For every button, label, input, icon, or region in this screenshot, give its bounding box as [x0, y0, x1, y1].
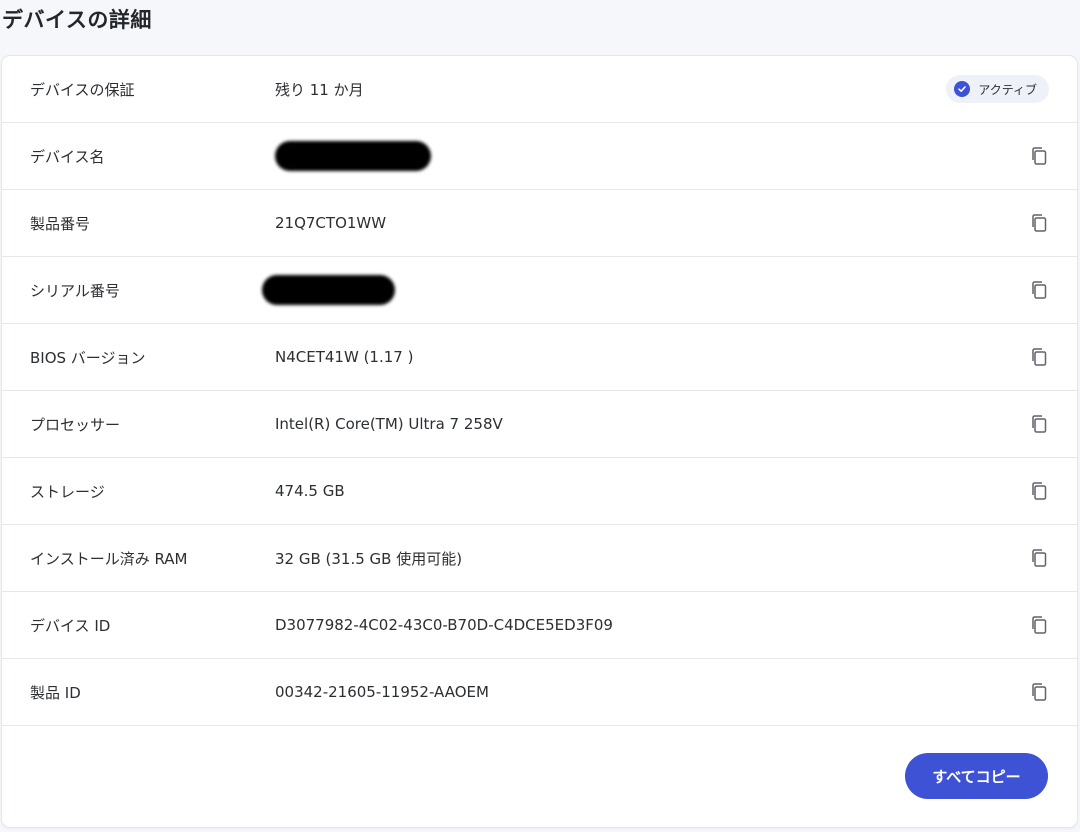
row-label: 製品 ID — [30, 683, 81, 702]
row-label: インストール済み RAM — [30, 549, 188, 568]
row-value: 00342-21605-11952-AAOEM — [275, 683, 489, 701]
row-serial-number: シリアル番号 — [2, 257, 1077, 324]
row-installed-ram: インストール済み RAM 32 GB (31.5 GB 使用可能) — [2, 525, 1077, 592]
row-value: Intel(R) Core(TM) Ultra 7 258V — [275, 415, 503, 433]
row-value: 32 GB (31.5 GB 使用可能) — [275, 549, 463, 568]
row-value: 残り 11 か月 — [275, 80, 364, 99]
copy-icon — [1032, 147, 1047, 165]
row-label: プロセッサー — [30, 415, 121, 434]
row-product-id: 製品 ID 00342-21605-11952-AAOEM — [2, 659, 1077, 726]
row-label: デバイス ID — [30, 616, 111, 635]
copy-icon — [1032, 482, 1047, 500]
row-product-number: 製品番号 21Q7CTO1WW — [2, 190, 1077, 257]
row-storage: ストレージ 474.5 GB — [2, 458, 1077, 525]
copy-button[interactable] — [1028, 480, 1050, 502]
row-label: デバイスの保証 — [30, 80, 135, 99]
row-value: 474.5 GB — [275, 482, 345, 500]
row-label: BIOS バージョン — [30, 348, 146, 367]
copy-button[interactable] — [1028, 614, 1050, 636]
copy-button[interactable] — [1028, 212, 1050, 234]
row-value: 21Q7CTO1WW — [275, 214, 387, 232]
row-processor: プロセッサー Intel(R) Core(TM) Ultra 7 258V — [2, 391, 1077, 458]
copy-icon — [1032, 415, 1047, 433]
check-circle-icon — [954, 81, 971, 97]
row-value: N4CET41W (1.17 ) — [275, 348, 414, 366]
redacted-value — [275, 141, 431, 171]
redacted-value — [262, 275, 395, 305]
copy-icon — [1032, 214, 1047, 232]
copy-button[interactable] — [1028, 681, 1050, 703]
copy-button[interactable] — [1028, 413, 1050, 435]
row-label: ストレージ — [30, 482, 105, 501]
row-label: デバイス名 — [30, 147, 105, 166]
copy-button[interactable] — [1028, 547, 1050, 569]
row-label: シリアル番号 — [30, 281, 120, 300]
copy-icon — [1032, 683, 1047, 701]
row-device-id: デバイス ID D3077982-4C02-43C0-B70D-C4DCE5ED… — [2, 592, 1077, 659]
page-title: デバイスの詳細 — [2, 8, 152, 32]
row-label: 製品番号 — [30, 214, 91, 233]
row-warranty: デバイスの保証 残り 11 か月 アクティブ — [2, 56, 1077, 123]
copy-icon — [1032, 616, 1047, 634]
copy-button[interactable] — [1028, 145, 1050, 167]
row-bios-version: BIOS バージョン N4CET41W (1.17 ) — [2, 324, 1077, 391]
status-badge-label: アクティブ — [978, 82, 1037, 97]
copy-icon — [1032, 348, 1047, 366]
copy-all-button[interactable]: すべてコピー — [905, 753, 1048, 799]
row-value: D3077982-4C02-43C0-B70D-C4DCE5ED3F09 — [275, 616, 613, 634]
copy-button[interactable] — [1028, 346, 1050, 368]
copy-icon — [1032, 549, 1047, 567]
device-details-card: デバイスの保証 残り 11 か月 アクティブ デバイス名 製品番号 21Q7CT… — [2, 56, 1077, 827]
status-badge: アクティブ — [946, 75, 1049, 103]
copy-icon — [1032, 281, 1047, 299]
copy-button[interactable] — [1028, 279, 1050, 301]
row-device-name: デバイス名 — [2, 123, 1077, 190]
